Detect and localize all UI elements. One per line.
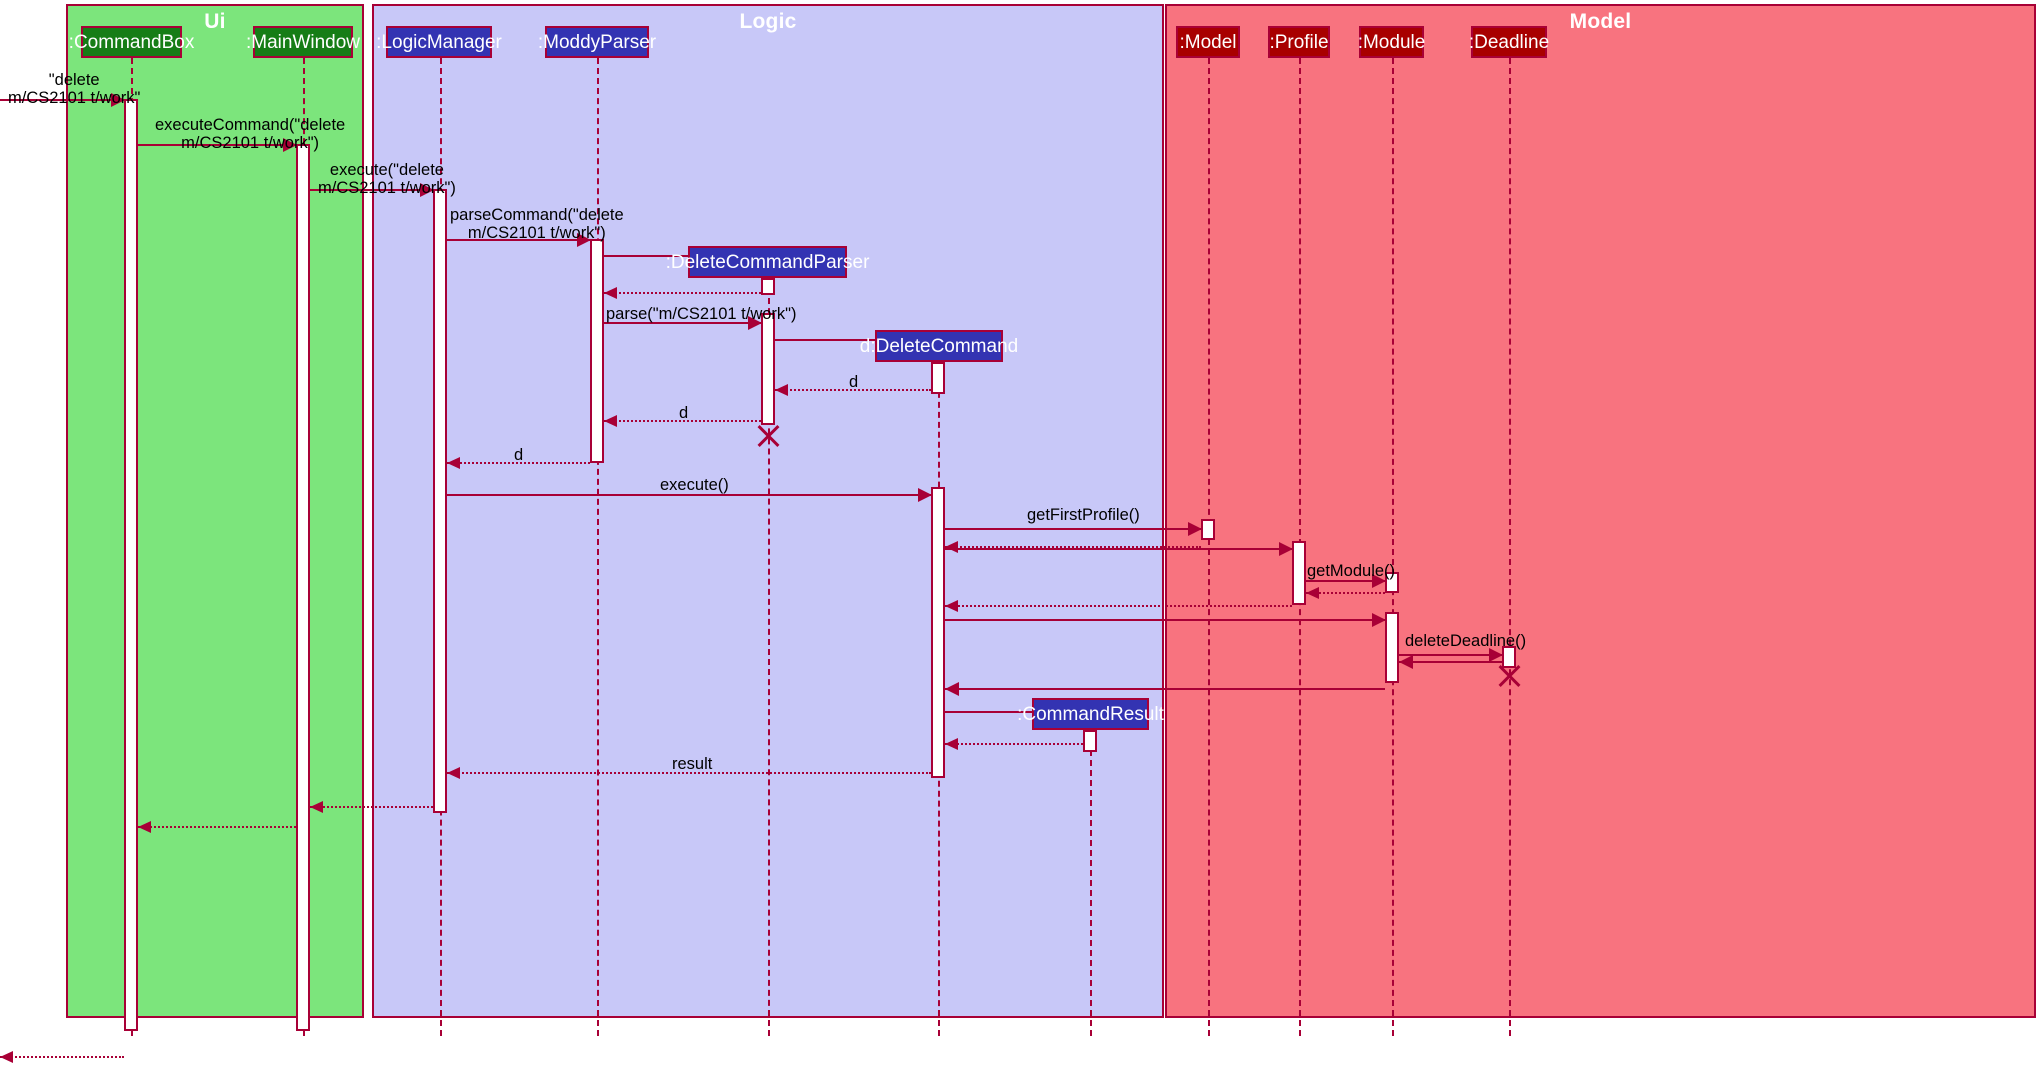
message-line-m6: [604, 292, 761, 294]
participant-label-commandresult: :CommandResult: [1017, 703, 1164, 725]
message-line-m28: [0, 1056, 124, 1058]
activation-bar-moddyparser: [590, 239, 604, 463]
participant-model[interactable]: :Model: [1176, 26, 1240, 58]
arrowhead-m6: [604, 287, 617, 299]
arrowhead-m28: [0, 1051, 13, 1063]
message-line-m20: [1399, 654, 1502, 656]
activation-bar-profile: [1292, 541, 1306, 605]
participant-commandresult[interactable]: :CommandResult: [1017, 698, 1164, 730]
destruction-marker-deadline: [1495, 662, 1523, 690]
activation-bar-deletecommand: [931, 487, 945, 778]
lifeline-moddyparser: [597, 58, 599, 1036]
arrowhead-m9: [775, 384, 788, 396]
participant-commandbox[interactable]: :CommandBox: [69, 26, 194, 58]
message-label-m20: deleteDeadline(): [1405, 632, 1527, 650]
activation-bar-mainwindow: [296, 144, 310, 1031]
arrowhead-m14: [945, 541, 958, 553]
message-label-m25: result: [672, 755, 713, 773]
participant-moddyparser[interactable]: :ModdyParser: [538, 26, 656, 58]
arrowhead-m15: [1279, 542, 1293, 556]
participant-deletecommandparser[interactable]: :DeleteCommandParser: [666, 246, 869, 278]
arrowhead-m10: [604, 415, 617, 427]
message-label-m9: d: [849, 373, 859, 391]
participant-label-deletecommand: d:DeleteCommand: [859, 335, 1019, 357]
lifeline-deadline: [1509, 58, 1511, 1036]
message-line-m24: [945, 743, 1083, 745]
lifeline-model: [1208, 58, 1210, 1036]
activation-bar-commandresult: [1083, 730, 1097, 752]
message-line-m26: [310, 806, 433, 808]
message-label-m10: d: [679, 404, 689, 422]
message-label-m11: d: [514, 446, 524, 464]
participant-label-moddyparser: :ModdyParser: [537, 31, 657, 53]
arrowhead-m27: [138, 821, 151, 833]
arrowhead-m26: [310, 801, 323, 813]
message-label-m12: execute(): [660, 476, 729, 494]
activation-bar-module: [1385, 612, 1399, 683]
participant-deletecommand[interactable]: d:DeleteCommand: [860, 330, 1018, 362]
participant-label-logicmanager: :LogicManager: [376, 31, 502, 53]
message-line-m27: [138, 826, 296, 828]
sequence-diagram-canvas: Ui Logic Model "delete m/CS2101 t/work" exec…: [0, 0, 2038, 1092]
participant-label-mainwindow: :MainWindow: [245, 31, 361, 53]
arrowhead-m13: [1188, 522, 1202, 536]
participant-logicmanager[interactable]: :LogicManager: [376, 26, 502, 58]
destruction-marker-deletecommandparser: [754, 422, 782, 450]
message-label-m1: "delete m/CS2101 t/work": [8, 71, 141, 108]
message-label-m7: parse("m/CS2101 t/work"): [606, 305, 797, 323]
activation-bar-deletecommandparser: [761, 278, 775, 295]
participant-label-model: :Model: [1179, 31, 1237, 53]
activation-bar-model: [1201, 519, 1215, 540]
participant-label-commandbox: :CommandBox: [68, 31, 195, 53]
lifeline-module: [1392, 58, 1394, 1036]
participant-mainwindow[interactable]: :MainWindow: [246, 26, 360, 58]
activation-bar-deletecommand: [931, 362, 945, 394]
participant-profile[interactable]: :Profile: [1268, 26, 1330, 58]
lifeline-commandresult: [1090, 730, 1092, 1036]
participant-label-profile: :Profile: [1269, 31, 1329, 53]
arrowhead-m11: [447, 457, 460, 469]
participant-label-module: :Module: [1357, 31, 1426, 53]
message-line-m21: [1399, 661, 1502, 663]
message-label-m3: execute("delete m/CS2101 t/work"): [318, 161, 456, 198]
message-line-m22: [945, 688, 1385, 690]
arrowhead-m22: [945, 682, 959, 696]
package-ui: Ui: [66, 4, 364, 1018]
message-line-m13: [945, 528, 1201, 530]
participant-label-deadline: :Deadline: [1468, 31, 1550, 53]
arrowhead-m24: [945, 738, 958, 750]
activation-bar-logicmanager: [433, 189, 447, 813]
arrowhead-m17: [1306, 587, 1319, 599]
arrowhead-m25: [447, 767, 460, 779]
message-label-m4: parseCommand("delete m/CS2101 t/work"): [450, 206, 624, 243]
arrowhead-m18: [945, 600, 958, 612]
activation-bar-deletecommandparser: [761, 313, 775, 425]
arrowhead-m21: [1399, 655, 1413, 669]
message-label-m13: getFirstProfile(): [1027, 506, 1140, 524]
participant-deadline[interactable]: :Deadline: [1468, 26, 1550, 58]
package-model: Model: [1165, 4, 2036, 1018]
message-label-m16: getModule(): [1307, 562, 1396, 580]
message-line-m15: [945, 548, 1292, 550]
arrowhead-m12: [918, 488, 932, 502]
message-line-m19: [945, 619, 1385, 621]
message-line-m18: [945, 605, 1292, 607]
arrowhead-m19: [1372, 613, 1386, 627]
participant-module[interactable]: :Module: [1357, 26, 1426, 58]
message-label-m2: executeCommand("delete m/CS2101 t/work"): [155, 116, 346, 153]
activation-bar-commandbox: [124, 99, 138, 1031]
participant-label-deletecommandparser: :DeleteCommandParser: [665, 251, 870, 273]
package-title-logic: Logic: [739, 10, 797, 33]
